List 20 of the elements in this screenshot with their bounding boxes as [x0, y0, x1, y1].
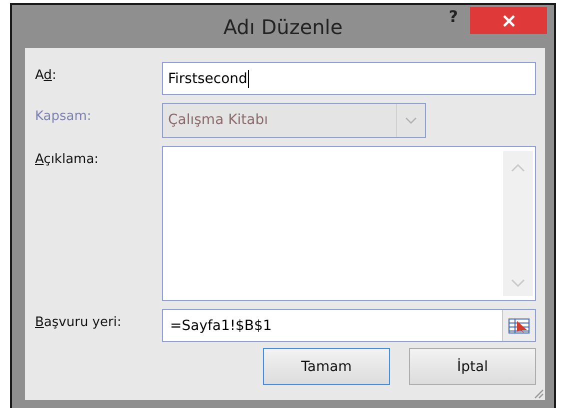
field-label: Açıklama: [35, 151, 100, 167]
close-button[interactable] [470, 7, 547, 34]
resize-grip-icon[interactable] [532, 387, 544, 399]
close-icon [502, 14, 516, 28]
chevron-down-icon [405, 116, 417, 124]
field-label: Kapsam: [35, 108, 92, 124]
reference-field[interactable]: =Sayfa1!$B$1 [162, 309, 536, 342]
range-select-button[interactable] [502, 310, 535, 341]
comment-field[interactable] [162, 146, 536, 301]
name-field[interactable]: Firstsecond [162, 62, 536, 95]
dialog-button[interactable]: İptal [409, 348, 536, 385]
window-title: Adı Düzenle [223, 14, 343, 38]
help-button[interactable]: ? [444, 7, 462, 26]
scroll-up-icon[interactable] [511, 163, 525, 172]
dialog-button[interactable]: Tamam [263, 348, 390, 385]
scroll-down-icon[interactable] [511, 279, 525, 288]
field-label: Ad: [35, 67, 58, 83]
scrollbar[interactable] [503, 151, 533, 296]
grid-arrow-icon [508, 318, 530, 334]
field-label: Başvuru yeri: [35, 314, 122, 330]
